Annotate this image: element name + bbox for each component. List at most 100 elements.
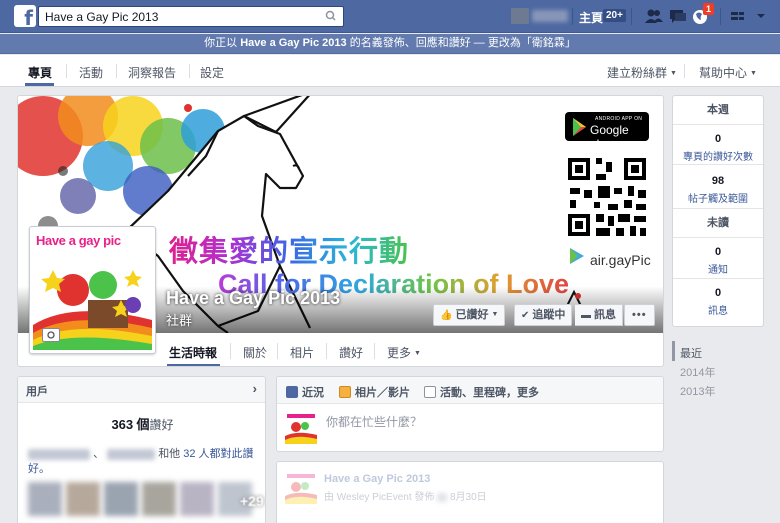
divider <box>326 343 327 359</box>
admin-stats-panel: 本週 0 專頁的讚好次數 98 帖子觸及範圍 未讀 0 通知 0 訊息 <box>672 95 764 327</box>
likes-count: 363 <box>111 417 134 432</box>
profile-picture[interactable]: Have a gay pic <box>29 226 156 354</box>
more-options-button[interactable]: ••• <box>624 304 655 326</box>
privacy-shortcuts-icon[interactable] <box>728 6 750 26</box>
people-card: 用戶 › 363 個讚好 、 和他 32 人都對此讚好。 +29 <box>17 376 266 523</box>
divider <box>230 343 231 359</box>
timeline-recent-link[interactable]: 最近 <box>680 345 702 361</box>
settings-dropdown-icon[interactable] <box>752 6 774 26</box>
following-button[interactable]: ✔ 追蹤中 <box>514 304 573 326</box>
messages-icon[interactable] <box>667 6 689 26</box>
search-icon[interactable] <box>319 7 343 26</box>
divider <box>572 8 573 25</box>
timeline-2014-link[interactable]: 2014年 <box>680 364 715 380</box>
tab-more[interactable]: 更多 ▼ <box>387 344 421 361</box>
messages-stat[interactable]: 0 訊息 <box>673 279 763 319</box>
chevron-down-icon: ▼ <box>491 311 499 319</box>
tab-insights[interactable]: 洞察報告 <box>128 64 176 81</box>
composer-input[interactable]: 你都在忙些什麼？ <box>326 413 422 430</box>
camera-icon[interactable] <box>42 328 60 342</box>
notice-page-name: Have a Gay Pic 2013 <box>240 37 347 49</box>
tab-activity[interactable]: 活動 <box>79 64 103 81</box>
following-label: 追蹤中 <box>532 309 566 321</box>
likes-label: 讚好 <box>149 418 174 432</box>
notifications-stat[interactable]: 0 通知 <box>673 238 763 279</box>
post-reach-stat[interactable]: 98 帖子觸及範圍 <box>673 165 763 209</box>
divider <box>66 64 67 78</box>
google-play-icon <box>573 118 586 136</box>
timeline-2013-link[interactable]: 2013年 <box>680 383 715 399</box>
composer-status-label: 近況 <box>302 387 324 399</box>
page-likes-stat[interactable]: 0 專頁的讚好次數 <box>673 125 763 165</box>
unread-heading: 未讀 <box>673 209 763 238</box>
active-year-indicator <box>672 341 675 361</box>
liked-label: 已讚好 <box>455 309 489 321</box>
friend-thumbnail[interactable] <box>180 482 214 516</box>
notice-suffix: 」 <box>564 37 576 49</box>
people-card-header[interactable]: 用戶 › <box>18 377 265 403</box>
chevron-down-icon: ▼ <box>750 70 757 78</box>
divider <box>720 8 721 25</box>
qr-code <box>565 156 649 240</box>
notification-count-badge: 1 <box>703 3 715 15</box>
active-tab-indicator <box>25 83 54 86</box>
google-play-badge[interactable]: ANDROID APP ON Google play <box>565 112 649 151</box>
likes-count-line: 363 個讚好 <box>18 414 265 433</box>
friend-thumbnail[interactable] <box>28 482 62 516</box>
page-admin-tab-bar: 專頁 活動 洞察報告 設定 建立粉絲群 ▼ 幫助中心 ▼ <box>0 55 780 87</box>
user-avatar[interactable] <box>511 8 529 24</box>
composer-photo-tab[interactable]: 相片／影片 <box>339 384 410 400</box>
checkmark-icon: ✔ <box>521 310 530 321</box>
photo-icon <box>339 386 351 398</box>
composer-photo-label: 相片／影片 <box>355 387 410 399</box>
chevron-right-icon[interactable]: › <box>253 381 257 396</box>
friends-and: 和他 <box>158 448 181 460</box>
user-name-blurred[interactable] <box>532 10 568 22</box>
more-friends-count[interactable]: +29 <box>240 493 264 509</box>
friend-thumbnail[interactable] <box>142 482 176 516</box>
switch-to-user-link[interactable]: 衛銘霖 <box>532 37 565 49</box>
home-link[interactable]: 主頁 <box>579 9 603 26</box>
page-category[interactable]: 社群 <box>166 310 192 329</box>
search-input[interactable]: Have a Gay Pic 2013 <box>38 6 344 27</box>
calendar-icon <box>424 386 436 398</box>
tab-photos[interactable]: 相片 <box>290 344 314 361</box>
page-avatar <box>285 412 317 444</box>
friend-thumbnail[interactable] <box>66 482 100 516</box>
friend-thumbnail[interactable] <box>104 482 138 516</box>
friend-name-blurred[interactable] <box>28 448 90 460</box>
air-gaypic-label: air.gayPic <box>590 252 651 268</box>
help-center-menu[interactable]: 幫助中心 ▼ <box>699 64 757 81</box>
tab-page[interactable]: 專頁 <box>28 64 52 81</box>
message-label: 訊息 <box>594 309 616 321</box>
this-week-heading: 本週 <box>673 96 763 125</box>
acting-as-page-notice: 你正以 Have a Gay Pic 2013 的名義發佈、回應和讚好 — 更改… <box>0 34 780 54</box>
help-center-label: 幫助中心 <box>699 66 748 80</box>
tab-likes[interactable]: 讚好 <box>339 344 363 361</box>
notifications-value: 0 <box>714 246 722 258</box>
build-audience-menu[interactable]: 建立粉絲群 ▼ <box>607 64 677 81</box>
messages-label: 訊息 <box>708 306 728 317</box>
likes-unit: 個 <box>136 417 150 432</box>
friends-like-line: 、 和他 32 人都對此讚好。 <box>28 447 263 477</box>
friend-requests-icon[interactable] <box>643 6 665 26</box>
divider <box>631 8 632 25</box>
messages-value: 0 <box>714 287 722 299</box>
facebook-logo-icon[interactable]: f <box>14 5 36 27</box>
composer-status-tab[interactable]: 近況 <box>286 384 324 400</box>
friend-name-blurred[interactable] <box>107 448 156 460</box>
timeline-post: Have a Gay Pic 2013 由 Wesley PicEvent 發佈… <box>276 461 664 523</box>
chevron-down-icon: ▼ <box>414 350 421 358</box>
page-title[interactable]: Have a Gay Pic 2013 <box>166 288 340 309</box>
message-button[interactable]: ▬ 訊息 <box>575 304 623 326</box>
top-navigation-bar: f Have a Gay Pic 2013 主頁 20+ 1 <box>0 0 780 33</box>
tab-settings[interactable]: 設定 <box>200 64 224 81</box>
google-play-small-text: ANDROID APP ON <box>595 116 643 122</box>
page-likes-label: 專頁的讚好次數 <box>683 152 753 163</box>
tab-timeline[interactable]: 生活時報 <box>169 344 217 361</box>
tab-about[interactable]: 關於 <box>243 344 267 361</box>
liked-button[interactable]: 👍 已讚好 ▼ <box>433 304 506 326</box>
composer-event-label: 活動、里程碑，更多 <box>440 387 539 399</box>
message-icon: ▬ <box>581 310 591 321</box>
composer-event-tab[interactable]: 活動、里程碑，更多 <box>424 384 539 400</box>
